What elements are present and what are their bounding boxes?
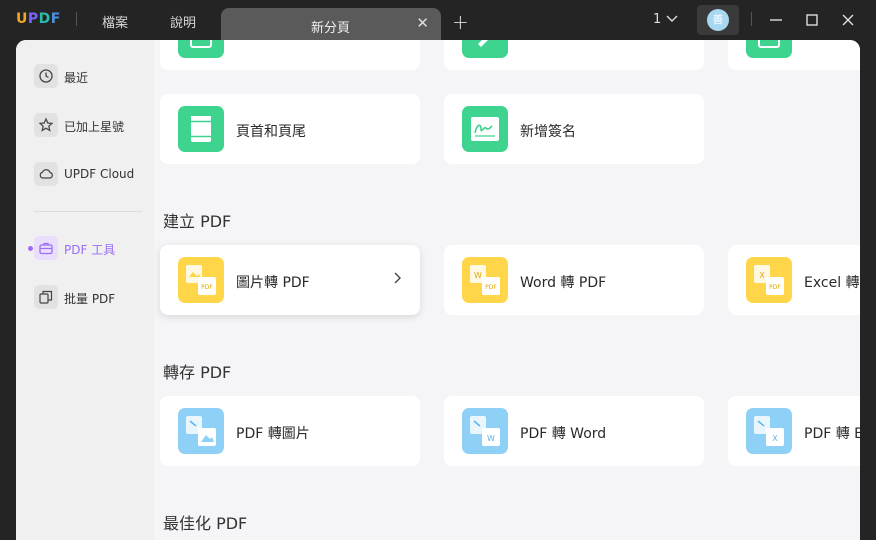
sidebar: 最近 已加上星號 UPDF Cloud PDF 工具 批量 PDF — [16, 40, 154, 540]
tool-card-label: Word 轉 PDF — [520, 275, 607, 291]
logo-letter-d: D — [38, 11, 51, 27]
sidebar-divider — [34, 211, 142, 212]
new-tab-button[interactable]: + — [452, 10, 469, 34]
svg-text:PDF: PDF — [485, 284, 497, 291]
tool-card-header-footer[interactable]: 頁首和頁尾 — [160, 94, 420, 164]
tool-card-excel-to-pdf[interactable]: X PDF Excel 轉 PDF — [728, 245, 860, 315]
section-title-export: 轉存 PDF — [163, 363, 232, 382]
tools-content: 頁首和頁尾 新增簽名 建立 PDF PDF 圖片轉 PDF W PDF Word … — [154, 40, 860, 540]
chevron-down-icon[interactable] — [666, 14, 678, 24]
clock-icon — [34, 64, 58, 88]
tool-card-top-2[interactable] — [444, 40, 704, 70]
logo-letter-f: F — [50, 11, 61, 27]
sidebar-item-label: 批量 PDF — [64, 292, 116, 306]
image-to-pdf-icon: PDF — [178, 257, 224, 303]
tool-card-top-1[interactable] — [160, 40, 420, 70]
svg-text:W: W — [474, 271, 482, 280]
close-icon[interactable] — [838, 10, 858, 30]
sidebar-item-pdf-tools[interactable]: PDF 工具 — [28, 236, 144, 262]
sidebar-item-label: UPDF Cloud — [64, 167, 135, 181]
titlebar-divider — [76, 12, 77, 26]
tool-icon-green — [746, 40, 792, 58]
titlebar-divider — [751, 12, 752, 26]
svg-text:X: X — [772, 434, 778, 443]
tool-card-label: 新增簽名 — [520, 124, 576, 140]
batch-icon — [34, 285, 58, 309]
header-footer-icon — [178, 106, 224, 152]
account-button[interactable]: 善 — [697, 5, 739, 35]
tool-icon-green — [178, 40, 224, 58]
toolbox-icon — [34, 236, 58, 260]
tool-card-label: PDF 轉 Word — [520, 426, 607, 442]
window-count[interactable]: 1 — [653, 12, 661, 27]
sidebar-item-label: 已加上星號 — [64, 120, 125, 134]
tool-card-image-to-pdf[interactable]: PDF 圖片轉 PDF — [160, 245, 420, 315]
logo-letter-u: U — [16, 11, 28, 27]
sidebar-item-starred[interactable]: 已加上星號 — [34, 113, 144, 139]
star-icon — [34, 113, 58, 137]
minimize-icon[interactable] — [766, 10, 786, 30]
section-title-create: 建立 PDF — [163, 212, 232, 231]
sidebar-item-label: PDF 工具 — [64, 243, 116, 257]
section-title-optimize: 最佳化 PDF — [163, 514, 248, 533]
logo-letter-p: P — [27, 11, 39, 27]
cloud-icon — [34, 162, 58, 186]
tool-card-word-to-pdf[interactable]: W PDF Word 轉 PDF — [444, 245, 704, 315]
svg-text:X: X — [759, 271, 765, 280]
tool-card-top-3[interactable] — [728, 40, 860, 70]
app-window: 最近 已加上星號 UPDF Cloud PDF 工具 批量 PDF 頁首和頁尾 … — [16, 40, 860, 540]
svg-text:PDF: PDF — [769, 284, 781, 291]
tool-card-label: 圖片轉 PDF — [236, 275, 310, 291]
tab-close-icon[interactable]: ✕ — [416, 14, 429, 32]
updf-logo[interactable]: UPDF — [16, 11, 61, 27]
sidebar-item-recent[interactable]: 最近 — [34, 64, 144, 90]
pdf-to-word-icon: W — [462, 408, 508, 454]
signature-icon — [462, 106, 508, 152]
avatar: 善 — [707, 9, 729, 31]
chevron-right-icon[interactable] — [392, 271, 402, 285]
excel-to-pdf-icon: X PDF — [746, 257, 792, 303]
tool-card-add-signature[interactable]: 新增簽名 — [444, 94, 704, 164]
menu-help[interactable]: 說明 — [170, 12, 196, 31]
menu-file[interactable]: 檔案 — [102, 12, 128, 31]
tool-card-label: PDF 轉 Excel — [804, 426, 860, 442]
tool-card-label: 頁首和頁尾 — [236, 124, 306, 140]
title-bar: UPDF 檔案 說明 新分頁 ✕ + 1 善 — [0, 0, 876, 40]
pdf-to-image-icon — [178, 408, 224, 454]
word-to-pdf-icon: W PDF — [462, 257, 508, 303]
pdf-to-excel-icon: X — [746, 408, 792, 454]
svg-text:W: W — [487, 434, 495, 443]
svg-text:PDF: PDF — [201, 284, 213, 291]
active-indicator — [28, 246, 33, 251]
maximize-icon[interactable] — [802, 10, 822, 30]
tool-card-pdf-to-image[interactable]: PDF 轉圖片 — [160, 396, 420, 466]
tool-card-pdf-to-word[interactable]: W PDF 轉 Word — [444, 396, 704, 466]
sidebar-item-batch[interactable]: 批量 PDF — [34, 285, 144, 311]
tool-icon-green — [462, 40, 508, 58]
tab-new-page[interactable]: 新分頁 ✕ — [221, 8, 441, 40]
tool-card-label: Excel 轉 PDF — [804, 275, 860, 291]
tool-card-pdf-to-excel[interactable]: X PDF 轉 Excel — [728, 396, 860, 466]
tab-label: 新分頁 — [311, 21, 351, 36]
sidebar-item-label: 最近 — [64, 71, 89, 85]
sidebar-item-cloud[interactable]: UPDF Cloud — [34, 162, 144, 188]
tool-card-label: PDF 轉圖片 — [236, 426, 310, 442]
